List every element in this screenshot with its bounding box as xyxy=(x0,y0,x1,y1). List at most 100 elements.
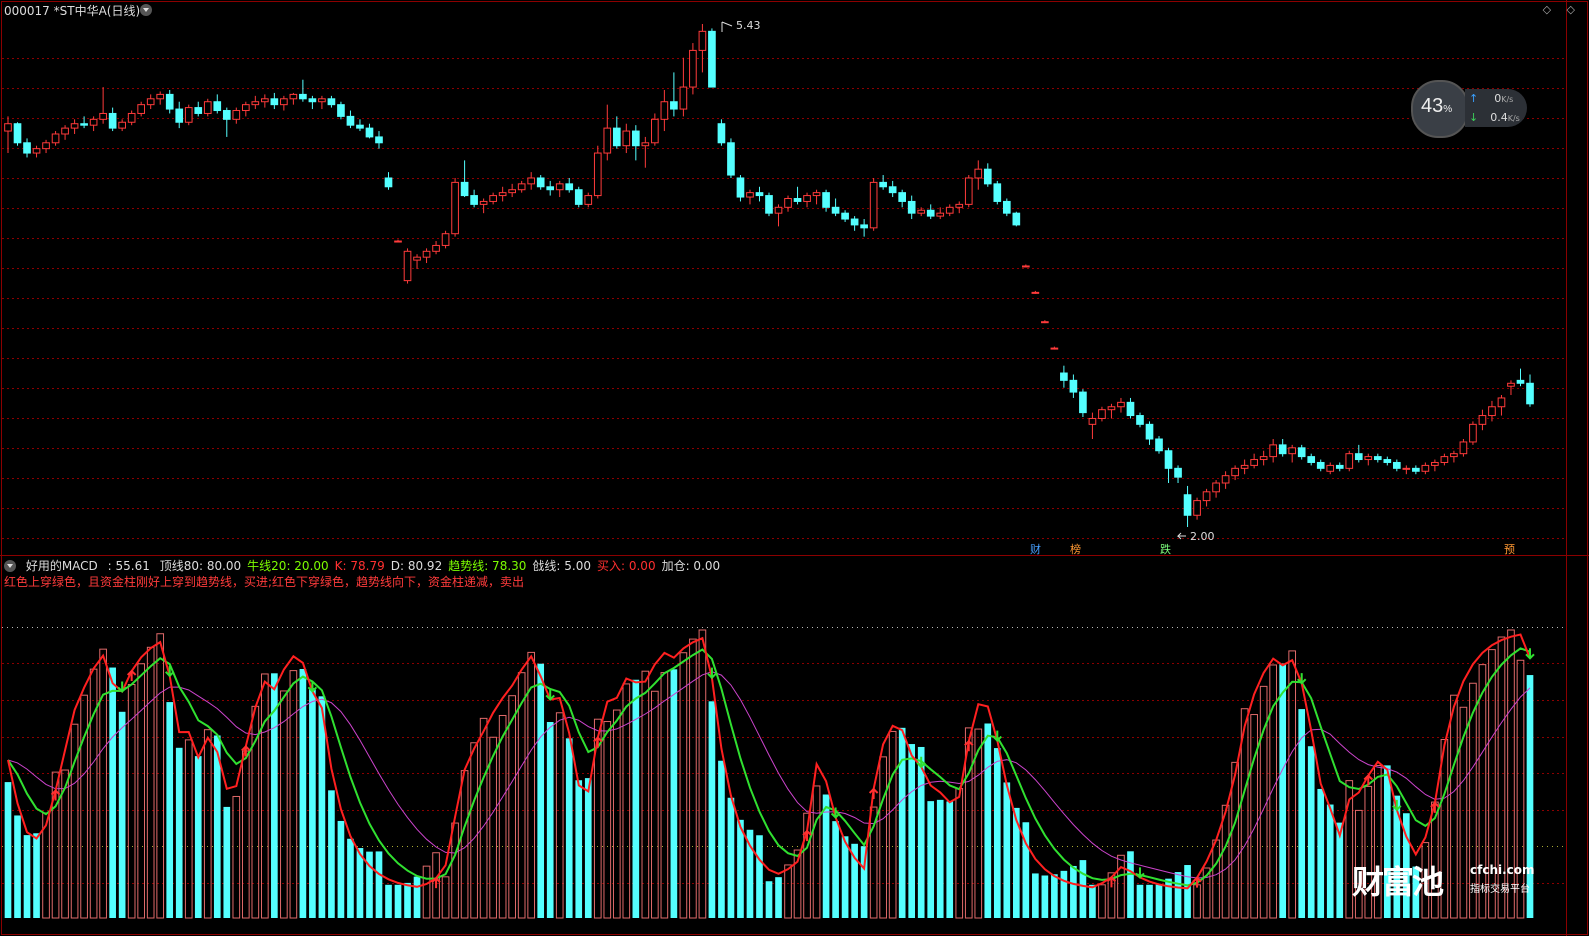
candle-body xyxy=(146,98,155,106)
candle-body xyxy=(61,127,69,135)
fund-bar-up xyxy=(232,795,241,919)
indicator-menu-icon[interactable] xyxy=(4,560,16,572)
speed-box: ↑ 0K/s ↓ 0.4K/s xyxy=(1465,89,1527,127)
fund-bar-down xyxy=(318,696,326,918)
candle-body xyxy=(1392,461,1401,469)
fund-bar-down xyxy=(727,797,735,918)
candle-body xyxy=(736,177,745,198)
candle-body xyxy=(1459,441,1468,455)
candle-body xyxy=(1421,464,1430,472)
candle-body xyxy=(451,181,459,235)
candle-body xyxy=(1497,397,1506,408)
watermark-sub: 指标交易平台 xyxy=(1470,884,1530,895)
candle-body xyxy=(280,98,288,106)
candle-body xyxy=(603,127,612,154)
candle-body xyxy=(755,192,764,197)
candle-body xyxy=(251,101,260,106)
candle-body xyxy=(232,110,241,120)
candle-body xyxy=(479,200,488,205)
candle-body xyxy=(1288,447,1297,455)
indicator-field-2: K: 78.79 xyxy=(334,559,385,573)
candle-body xyxy=(403,250,412,282)
fund-bar-up xyxy=(1250,714,1258,919)
candle-body xyxy=(137,104,146,114)
fund-bar-up xyxy=(479,717,488,919)
fund-bar-up xyxy=(460,770,469,919)
candle-body xyxy=(213,101,222,112)
candle-body xyxy=(337,104,345,117)
upload-arrow-icon: ↑ xyxy=(1469,92,1479,105)
candle-body xyxy=(4,123,12,132)
candle-body xyxy=(993,183,1002,202)
candle-body xyxy=(555,183,564,191)
stock-title: 000017 *ST中华A(日线) xyxy=(4,4,141,18)
candle-body xyxy=(1364,456,1373,461)
candle-body xyxy=(945,206,954,214)
candle-body xyxy=(898,192,907,202)
fund-bar-down xyxy=(1136,884,1144,918)
candle-body xyxy=(384,177,393,188)
candle-body xyxy=(1098,409,1106,419)
cpu-gauge: 43% xyxy=(1411,80,1469,138)
corner-diamond-icons[interactable]: ◇ ◇ xyxy=(1543,3,1581,16)
fund-bar-down xyxy=(927,801,935,918)
candle-body xyxy=(822,192,830,208)
event-mark-cai[interactable]: 财 xyxy=(1030,541,1041,557)
chevron-down-icon[interactable] xyxy=(140,4,152,16)
candle-body xyxy=(622,130,631,147)
low-price-label: 2.00 xyxy=(1190,530,1215,543)
fund-bar-up xyxy=(1117,854,1125,919)
candle-body xyxy=(1488,406,1496,417)
indicator-name[interactable]: 好用的MACD xyxy=(26,559,98,573)
fund-bar-down xyxy=(404,882,411,918)
fund-bar-up xyxy=(451,822,459,919)
candle-body xyxy=(1412,467,1420,472)
candle-body xyxy=(727,142,735,176)
indicator-field-7: 加仓: 0.00 xyxy=(661,559,721,573)
candle-body xyxy=(1478,415,1487,425)
candle-body xyxy=(1450,453,1458,458)
event-mark-yu[interactable]: 预 xyxy=(1504,541,1515,557)
fund-bar-down xyxy=(841,836,849,918)
candle-body xyxy=(1335,464,1344,469)
fund-bar-up xyxy=(422,865,431,919)
event-mark-die[interactable]: 跌 xyxy=(1160,541,1171,557)
download-value: 0.4 xyxy=(1490,111,1508,124)
fund-bar-up xyxy=(603,721,612,919)
candle-body xyxy=(593,152,602,197)
fund-bar-up xyxy=(1221,804,1230,919)
indicator-field-0: 顶线80: 80.00 xyxy=(159,559,242,573)
fund-bar-down xyxy=(946,801,954,918)
fund-bar-up xyxy=(660,672,669,919)
candle-body xyxy=(1402,467,1411,470)
candle-body xyxy=(689,49,697,88)
candle-body xyxy=(99,112,107,120)
candle-body xyxy=(1164,450,1173,469)
buy-arrow-icon xyxy=(964,739,974,752)
chart-canvas[interactable] xyxy=(0,0,1589,936)
event-mark-bang[interactable]: 榜 xyxy=(1070,541,1081,557)
fund-bar-down xyxy=(670,669,678,918)
fund-bar-down xyxy=(908,744,916,918)
candle-body xyxy=(308,98,317,103)
fund-bar-up xyxy=(955,788,964,919)
fund-bar-up xyxy=(89,668,98,919)
fund-bar-down xyxy=(1127,851,1134,918)
candle-body xyxy=(936,212,945,217)
fund-bar-up xyxy=(137,663,146,919)
fund-bar-down xyxy=(1317,788,1325,918)
fund-bar-up xyxy=(470,742,478,919)
candle-body xyxy=(679,86,688,110)
candle-body xyxy=(612,127,621,147)
candle-body xyxy=(1297,447,1306,458)
candle-body xyxy=(955,203,964,208)
candle-body xyxy=(536,177,545,188)
fund-bar-up xyxy=(1098,884,1106,919)
candle-body xyxy=(42,142,50,150)
net-speed-widget[interactable]: 43% ↑ 0K/s ↓ 0.4K/s xyxy=(1411,80,1527,138)
candle-body xyxy=(812,192,821,197)
candle-body xyxy=(346,115,355,126)
download-unit: K/s xyxy=(1507,114,1520,123)
candle-body xyxy=(879,181,887,188)
fund-bar-up xyxy=(156,633,165,919)
